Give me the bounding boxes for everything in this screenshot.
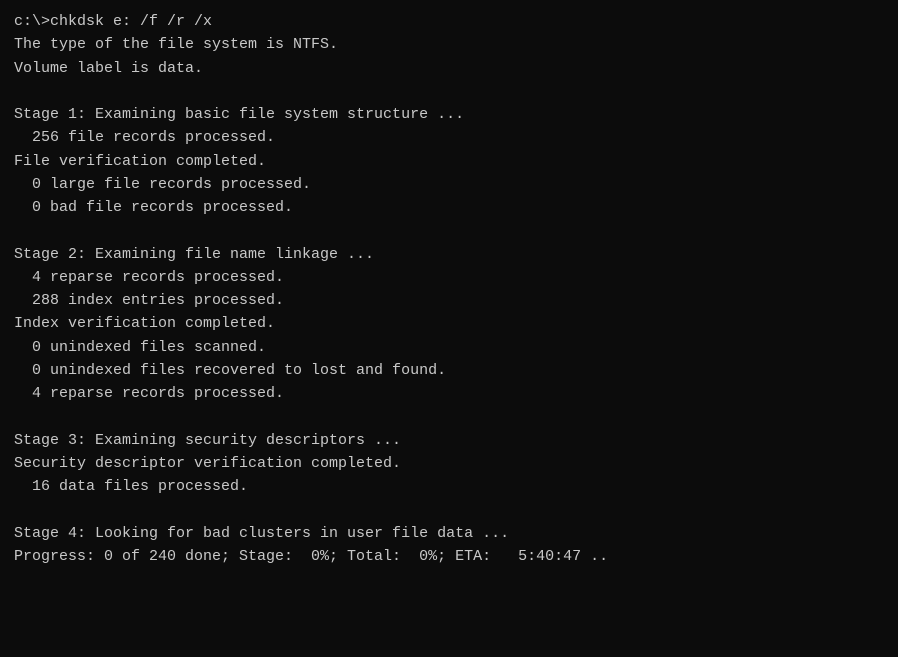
terminal-line-line13: 0 unindexed files recovered to lost and … [14, 359, 884, 382]
terminal-line-line14: 4 reparse records processed. [14, 382, 884, 405]
terminal-line-line7: 0 bad file records processed. [14, 196, 884, 219]
terminal-line-line10: 288 index entries processed. [14, 289, 884, 312]
terminal-line-line8: Stage 2: Examining file name linkage ... [14, 243, 884, 266]
terminal-line-line12: 0 unindexed files scanned. [14, 336, 884, 359]
terminal-line-line15: Stage 3: Examining security descriptors … [14, 429, 884, 452]
terminal-line-line4: 256 file records processed. [14, 126, 884, 149]
terminal-line-cmd: c:\>chkdsk e: /f /r /x [14, 10, 884, 33]
terminal-line-line3: Stage 1: Examining basic file system str… [14, 103, 884, 126]
terminal-line-line6: 0 large file records processed. [14, 173, 884, 196]
terminal-line-line16: Security descriptor verification complet… [14, 452, 884, 475]
terminal-line-spacer4 [14, 498, 884, 521]
terminal-line-line11: Index verification completed. [14, 312, 884, 335]
terminal-line-spacer3 [14, 405, 884, 428]
terminal-line-spacer2 [14, 219, 884, 242]
terminal-window: c:\>chkdsk e: /f /r /xThe type of the fi… [0, 0, 898, 657]
terminal-line-line9: 4 reparse records processed. [14, 266, 884, 289]
terminal-line-line5: File verification completed. [14, 150, 884, 173]
terminal-line-line18: Stage 4: Looking for bad clusters in use… [14, 522, 884, 545]
terminal-line-line19: Progress: 0 of 240 done; Stage: 0%; Tota… [14, 545, 884, 568]
terminal-line-line1: The type of the file system is NTFS. [14, 33, 884, 56]
terminal-line-line17: 16 data files processed. [14, 475, 884, 498]
terminal-line-line2: Volume label is data. [14, 57, 884, 80]
terminal-line-spacer1 [14, 80, 884, 103]
